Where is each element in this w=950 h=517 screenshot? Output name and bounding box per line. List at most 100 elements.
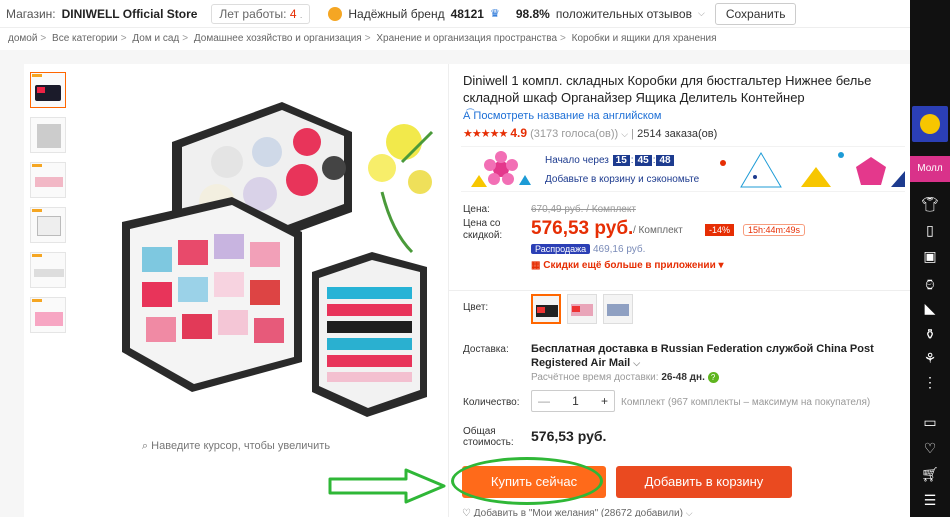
image-gallery: ⌕ Наведите курсор, чтобы увеличить	[24, 64, 448, 517]
breadcrumb-item[interactable]: Коробки и ящики для хранения	[572, 33, 717, 44]
thumbnail[interactable]	[30, 207, 66, 243]
product-title: Diniwell 1 компл. складных Коробки для б…	[463, 73, 872, 105]
price-block: Цена: 670,49 руб. / Комплект Цена со скид…	[461, 198, 905, 286]
total-price: 576,53 руб.	[531, 428, 607, 444]
product-info: Diniwell 1 компл. складных Коробки для б…	[448, 64, 911, 517]
store-label: Магазин:	[6, 6, 56, 21]
shipping-label: Доставка:	[463, 344, 509, 355]
chevron-down-icon: ⌵	[685, 508, 693, 517]
quantity-stepper: — 1 +	[531, 390, 615, 412]
store-name-link[interactable]: DINIWELL Official Store	[62, 7, 198, 21]
trusted-brand-icon	[328, 6, 343, 21]
sale-price: 469,16 руб.	[592, 244, 646, 255]
color-swatch-grey[interactable]	[603, 294, 633, 324]
trusted-brand-label: Надёжный бренд	[348, 6, 445, 21]
color-swatch-pink[interactable]	[567, 294, 597, 324]
sale-countdown: 15h:44m:49s	[743, 224, 806, 236]
color-swatch-black[interactable]	[531, 294, 561, 324]
old-price: 670,49 руб. / Комплект	[531, 204, 636, 215]
timer-hours: 15	[612, 155, 630, 166]
chevron-down-icon: ▾	[718, 260, 724, 271]
discount-price: 576,53 руб.	[531, 218, 634, 239]
app-discount-link[interactable]: ▦ Скидки ещё больше в приложении ▾	[531, 260, 724, 271]
save-store-button[interactable]: Сохранить	[714, 2, 797, 25]
app-logo[interactable]	[912, 106, 948, 142]
qr-code-icon: ▦	[531, 260, 541, 271]
thumbnail[interactable]	[30, 252, 66, 288]
help-icon[interactable]: ?	[707, 372, 719, 383]
delivery-time: Расчётное время доставки: 26-48 дн. ?	[531, 372, 719, 383]
thumbnail[interactable]	[30, 297, 66, 333]
votes-link[interactable]: (3173 голоса(ов))	[530, 128, 618, 140]
cart-icon[interactable]: 🛒︎	[910, 466, 950, 483]
camera-icon[interactable]: ▣	[910, 248, 950, 265]
divider	[449, 290, 911, 291]
store-bar: Магазин: DINIWELL Official Store Лет раб…	[0, 0, 910, 28]
coupon-icon[interactable]: ▭	[910, 414, 950, 431]
highlight-arrow-icon	[328, 468, 446, 504]
increase-button[interactable]: +	[601, 394, 608, 408]
heart-icon: ♡	[462, 508, 471, 517]
color-label: Цвет:	[463, 302, 489, 313]
promo-add-text: Добавьте в корзину и сэкономьте	[545, 174, 700, 185]
timer-minutes: 45	[634, 155, 652, 166]
breadcrumb-item[interactable]: домой	[8, 33, 37, 44]
breadcrumb-item[interactable]: Дом и сад	[132, 33, 179, 44]
toy-icon[interactable]: ⚘	[910, 350, 950, 367]
bottle-icon[interactable]: ⚱︎	[910, 326, 950, 343]
total-label: Общая стоимость:	[463, 426, 514, 448]
highlight-ring	[451, 457, 603, 505]
clothing-icon[interactable]: 👕︎	[910, 196, 950, 213]
wishlist-link[interactable]: ♡ Добавить в "Мои желания" (28672 добави…	[462, 508, 693, 517]
promo-decoration	[471, 151, 905, 188]
price-unit: / Комплект	[633, 225, 683, 236]
discount-price-label: Цена со скидкой:	[463, 218, 503, 241]
feedback-label[interactable]: положительных отзывов	[556, 7, 692, 21]
breadcrumb-item[interactable]: Хранение и организация пространства	[376, 33, 557, 44]
add-to-cart-button[interactable]: Добавить в корзину	[616, 466, 792, 498]
heart-icon[interactable]: ♡	[910, 440, 950, 457]
phone-icon[interactable]: ▯	[910, 222, 950, 239]
search-icon: ⌕	[141, 440, 149, 452]
translate-icon: A͡	[463, 110, 471, 122]
sale-badge: Распродажа	[531, 244, 591, 254]
breadcrumb-item[interactable]: Все категории	[52, 33, 118, 44]
thumbnail[interactable]	[30, 117, 66, 153]
breadcrumb: домой > Все категории > Дом и сад > Домашне…	[8, 33, 717, 44]
orders-icon[interactable]: ☰	[910, 492, 950, 509]
promo-banner[interactable]: Начало через 15:45:48 Добавьте в корзину…	[461, 146, 905, 192]
orders-count: 2514 заказа(ов)	[637, 128, 718, 140]
quantity-note: Комплект (967 комплекты – максимум на по…	[621, 397, 871, 408]
timer-seconds: 48	[656, 155, 674, 166]
rating-row: ★★★★★ 4.9 (3173 голоса(ов)) ⌵ | 2514 зак…	[463, 126, 718, 140]
right-sidebar: Молл 👕︎ ▯ ▣ ⌚︎ ◣ ⚱︎ ⚘ ⋮ ▭ ♡ 🛒︎ ☰	[910, 0, 950, 517]
mall-tab[interactable]: Молл	[910, 156, 950, 182]
translate-title-link[interactable]: A͡ Посмотреть название на английском	[463, 110, 661, 122]
followers-count: 48121	[450, 6, 484, 21]
promo-start: Начало через 15:45:48	[545, 155, 675, 166]
price-label: Цена:	[463, 204, 490, 215]
discount-badge: -14%	[705, 224, 735, 236]
main-product-image[interactable]	[82, 72, 442, 432]
thumbnail[interactable]	[30, 72, 66, 108]
chevron-down-icon[interactable]: ⌵	[621, 129, 628, 139]
shoe-icon[interactable]: ◣	[910, 300, 950, 317]
followers-icon: ♛	[489, 8, 500, 20]
watch-icon[interactable]: ⌚︎	[910, 274, 950, 295]
thumbnail[interactable]	[30, 162, 66, 198]
feedback-percent: 98.8%	[515, 6, 550, 21]
thumbnail-list	[30, 72, 68, 342]
shipping-method[interactable]: Бесплатная доставка в Russian Federation…	[531, 342, 901, 370]
breadcrumb-item[interactable]: Домашнее хозяйство и организация	[194, 33, 362, 44]
chevron-down-icon[interactable]: ⌵	[698, 8, 705, 19]
quantity-label: Количество:	[463, 397, 520, 408]
quantity-input[interactable]: 1	[572, 394, 579, 408]
rating-score: 4.9	[510, 126, 528, 140]
zoom-hint: ⌕ Наведите курсор, чтобы увеличить	[141, 440, 331, 452]
sale-row: Распродажа 469,16 руб.	[531, 244, 645, 255]
rating-stars: ★★★★★	[463, 128, 508, 140]
decrease-button[interactable]: —	[538, 394, 550, 408]
chevron-down-icon[interactable]: ⌵	[633, 358, 640, 368]
years-badge: Лет работы: 4 .	[211, 3, 311, 24]
more-icon[interactable]: ⋮	[910, 374, 950, 391]
